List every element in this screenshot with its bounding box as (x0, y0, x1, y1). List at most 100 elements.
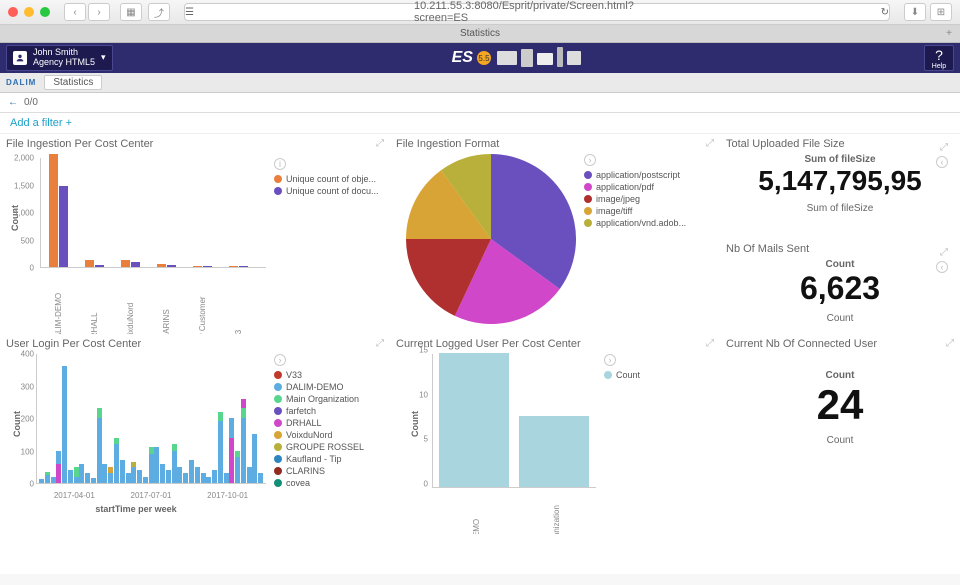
stack-segment[interactable] (166, 470, 171, 483)
stack-segment[interactable] (177, 467, 182, 483)
stack-column[interactable] (172, 444, 177, 483)
stack-segment[interactable] (224, 473, 229, 483)
expand-icon[interactable]: ⤢ (946, 338, 954, 349)
stack-segment[interactable] (252, 434, 257, 483)
bar-group[interactable] (229, 266, 249, 267)
stack-segment[interactable] (79, 464, 84, 484)
help-button[interactable]: ? Help (924, 45, 954, 71)
stack-segment[interactable] (91, 478, 96, 483)
bar[interactable] (193, 266, 202, 267)
stack-segment[interactable] (45, 475, 50, 483)
stack-segment[interactable] (229, 418, 234, 438)
stack-column[interactable] (79, 464, 84, 484)
stack-column[interactable] (91, 478, 96, 483)
stack-column[interactable] (126, 473, 131, 483)
legend-item[interactable]: Count (604, 370, 640, 380)
stack-column[interactable] (177, 467, 182, 483)
stack-column[interactable] (51, 477, 56, 483)
bar[interactable] (439, 353, 509, 487)
browser-tab-title[interactable]: Statistics (460, 28, 500, 39)
maximize-window-button[interactable] (40, 7, 50, 17)
download-button[interactable]: ⬇ (904, 3, 926, 21)
legend-item[interactable]: DRHALL (274, 418, 364, 428)
stack-segment[interactable] (97, 408, 102, 418)
stack-segment[interactable] (172, 451, 177, 484)
bar[interactable] (157, 264, 166, 267)
reload-icon[interactable]: ↻ (881, 7, 889, 18)
legend-item[interactable]: image/tiff (584, 206, 686, 216)
stack-column[interactable] (62, 366, 67, 483)
stack-column[interactable] (189, 460, 194, 483)
stack-segment[interactable] (212, 470, 217, 483)
stack-segment[interactable] (62, 366, 67, 483)
stack-column[interactable] (258, 473, 263, 483)
stack-segment[interactable] (56, 451, 61, 464)
stack-segment[interactable] (74, 477, 79, 484)
forward-button[interactable]: › (88, 3, 110, 21)
info-icon[interactable]: › (584, 154, 596, 166)
expand-icon[interactable]: ⤢ (706, 338, 714, 349)
stack-segment[interactable] (126, 473, 131, 483)
stack-column[interactable] (224, 473, 229, 483)
add-filter-button[interactable]: Add a filter + (10, 117, 72, 129)
legend-item[interactable]: image/jpeg (584, 194, 686, 204)
new-tab-button[interactable]: + (946, 28, 952, 39)
stack-column[interactable] (183, 473, 188, 483)
legend-item[interactable]: Unique count of obje... (274, 174, 379, 184)
legend-item[interactable]: GROUPE ROSSEL (274, 442, 364, 452)
stack-segment[interactable] (108, 473, 113, 483)
stack-segment[interactable] (131, 467, 136, 483)
stack-column[interactable] (114, 438, 119, 484)
stack-segment[interactable] (241, 418, 246, 483)
stack-segment[interactable] (206, 477, 211, 484)
stack-column[interactable] (247, 467, 252, 483)
expand-icon[interactable]: ⤢ (940, 142, 948, 153)
stack-column[interactable] (39, 479, 44, 483)
bar[interactable] (519, 416, 589, 487)
stack-segment[interactable] (68, 470, 73, 483)
stack-column[interactable] (149, 447, 154, 483)
stack-column[interactable] (160, 464, 165, 484)
stack-column[interactable] (68, 470, 73, 483)
legend-item[interactable]: DALIM-DEMO (274, 382, 364, 392)
back-button[interactable]: ‹ (64, 3, 86, 21)
info-icon[interactable]: › (604, 354, 616, 366)
bar-group[interactable] (49, 154, 69, 267)
expand-icon[interactable]: ⤢ (376, 138, 384, 149)
stack-column[interactable] (241, 399, 246, 484)
bar[interactable] (229, 266, 238, 267)
close-window-button[interactable] (8, 7, 18, 17)
stack-segment[interactable] (97, 418, 102, 483)
stack-segment[interactable] (39, 479, 44, 483)
tab-statistics[interactable]: Statistics (44, 75, 102, 90)
stack-column[interactable] (201, 473, 206, 483)
stack-column[interactable] (218, 412, 223, 484)
stack-segment[interactable] (229, 438, 234, 484)
stack-segment[interactable] (120, 460, 125, 483)
bar[interactable] (95, 265, 104, 267)
legend-item[interactable]: farfetch (274, 406, 364, 416)
stack-column[interactable] (206, 477, 211, 484)
stack-segment[interactable] (189, 460, 194, 483)
legend-item[interactable]: Unique count of docu... (274, 186, 379, 196)
stack-column[interactable] (166, 470, 171, 483)
expand-icon[interactable]: ⤢ (940, 247, 948, 258)
user-menu[interactable]: John Smith Agency HTML5 ▾ (6, 45, 113, 71)
stack-column[interactable] (235, 451, 240, 484)
stack-segment[interactable] (143, 477, 148, 484)
info-icon[interactable]: › (274, 354, 286, 366)
stack-segment[interactable] (154, 447, 159, 483)
stack-segment[interactable] (160, 464, 165, 484)
back-arrow-icon[interactable]: ‹ (936, 261, 948, 273)
stack-column[interactable] (252, 434, 257, 483)
stack-segment[interactable] (241, 399, 246, 409)
legend-item[interactable]: Main Organization (274, 394, 364, 404)
bar[interactable] (131, 262, 140, 268)
stack-segment[interactable] (247, 467, 252, 483)
stack-column[interactable] (143, 477, 148, 484)
stack-segment[interactable] (137, 470, 142, 483)
stack-column[interactable] (229, 418, 234, 483)
bar[interactable] (49, 154, 58, 267)
stack-column[interactable] (154, 447, 159, 483)
legend-item[interactable]: application/postscript (584, 170, 686, 180)
